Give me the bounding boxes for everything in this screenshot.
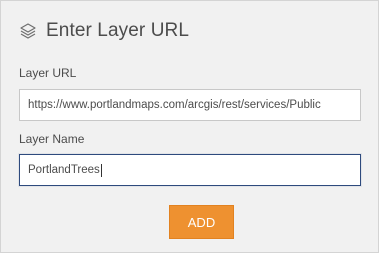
layer-name-input[interactable]: PortlandTrees [19,154,361,186]
panel-title: Enter Layer URL [46,20,190,41]
panel-header: Enter Layer URL [19,19,189,43]
text-caret [100,163,102,177]
layer-name-value: PortlandTrees [28,164,100,176]
layer-url-input[interactable]: https://www.portlandmaps.com/arcgis/rest… [19,89,361,121]
enter-layer-url-panel: Enter Layer URL Layer URL https://www.po… [0,0,379,253]
add-button[interactable]: ADD [169,205,234,239]
layer-url-value: https://www.portlandmaps.com/arcgis/rest… [28,99,321,111]
layer-url-label: Layer URL [19,66,77,80]
layers-icon [19,22,37,40]
layer-name-label: Layer Name [19,132,85,146]
